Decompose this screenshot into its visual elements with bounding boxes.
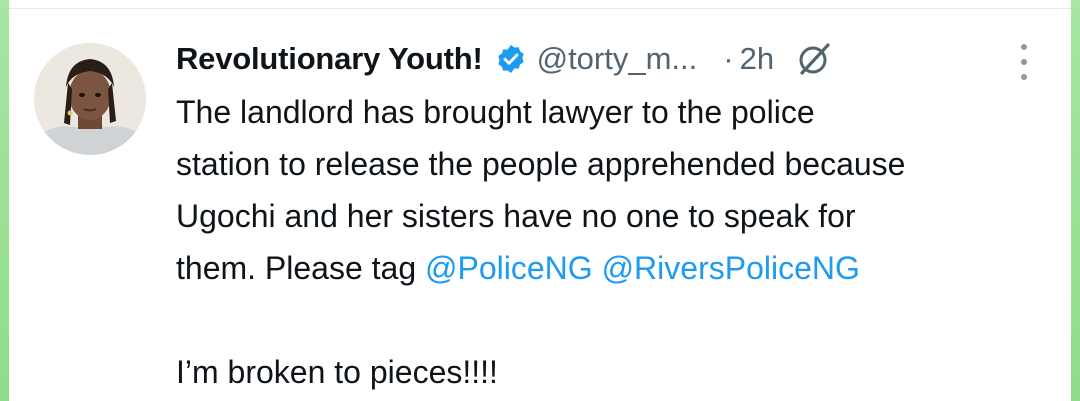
frame-right-border	[1071, 0, 1080, 401]
author-display-name[interactable]: Revolutionary Youth!	[176, 41, 483, 77]
verified-badge-icon	[495, 43, 527, 75]
mention-policeng[interactable]: @PoliceNG	[425, 250, 593, 286]
top-divider	[9, 8, 1071, 9]
post-text-line-4-prefix: them. Please tag	[176, 250, 426, 286]
post-text-line-2: station to release the people apprehende…	[176, 146, 906, 182]
grok-icon[interactable]	[794, 39, 834, 79]
avatar[interactable]	[34, 43, 146, 155]
author-handle[interactable]: @torty_m...	[537, 41, 698, 77]
more-vertical-icon[interactable]	[1012, 42, 1036, 82]
post-text-line-3: Ugochi and her sisters have no one to sp…	[176, 198, 856, 234]
post-text-line-1: The landlord has brought lawyer to the p…	[176, 94, 815, 130]
separator-dot: ·	[723, 41, 734, 76]
frame-left-border	[0, 0, 9, 401]
mention-riverspoliceng[interactable]: @RiversPoliceNG	[602, 250, 860, 286]
post-text: The landlord has brought lawyer to the p…	[176, 86, 1056, 398]
post-timestamp[interactable]: 2h	[740, 41, 774, 77]
avatar-photo-icon	[34, 43, 146, 155]
post-text-line-6: I’m broken to pieces!!!!	[176, 354, 498, 390]
post-text-line-4: them. Please tag @PoliceNG @RiversPolice…	[176, 242, 1056, 294]
post-header: Revolutionary Youth! @torty_m... · 2h	[176, 34, 1040, 84]
paragraph-break	[176, 294, 1056, 346]
